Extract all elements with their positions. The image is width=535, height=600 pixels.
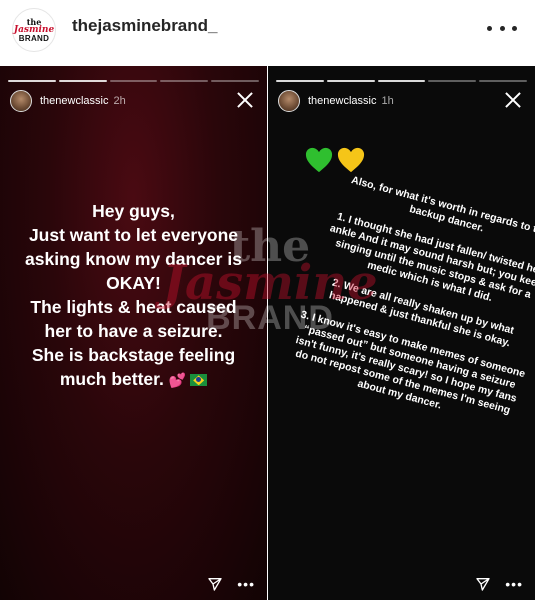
story-text: Hey guys, Just want to let everyone aski…: [12, 199, 255, 392]
green-heart-icon: [305, 147, 333, 173]
story-line: OKAY!: [106, 273, 161, 293]
more-options-icon[interactable]: •••: [237, 577, 255, 591]
story-line: Just want to let everyone: [28, 225, 239, 245]
send-icon[interactable]: [475, 576, 491, 592]
story-line: her to have a seizure.: [44, 321, 223, 341]
post-header: the Jasmine BRAND thejasminebrand_: [0, 0, 535, 58]
close-icon[interactable]: [235, 90, 255, 110]
story-line: The lights & heat caused: [30, 297, 237, 317]
more-options-icon[interactable]: [487, 18, 517, 38]
more-options-icon[interactable]: •••: [505, 577, 523, 591]
story-username[interactable]: thenewclassic: [40, 95, 108, 107]
story-line: much better.: [59, 369, 164, 389]
story-footer: •••: [475, 576, 523, 592]
story-line: asking know my dancer is: [25, 249, 242, 269]
story-username[interactable]: thenewclassic: [308, 95, 376, 107]
story-header: thenewclassic 1h: [278, 88, 525, 114]
close-icon[interactable]: [503, 90, 523, 110]
story-hearts: [304, 146, 366, 174]
story-progress-bar: [276, 80, 527, 82]
post-username[interactable]: thejasminebrand_: [72, 16, 218, 36]
two-hearts-icon: 💕: [168, 372, 187, 389]
brazil-flag-icon: [190, 374, 208, 387]
story-timestamp: 2h: [113, 95, 126, 107]
story-panel-left: thenewclassic 2h Hey guys, Just want to …: [0, 66, 267, 600]
story-line: Hey guys,: [92, 201, 175, 221]
story-panel-right: thenewclassic 1h Also, for what it's wor…: [268, 66, 535, 600]
story-header: thenewclassic 2h: [10, 88, 257, 114]
story-footer: •••: [207, 576, 255, 592]
story-avatar[interactable]: [10, 90, 32, 112]
story-timestamp: 1h: [381, 95, 394, 107]
story-progress-bar: [8, 80, 259, 82]
brand-avatar[interactable]: the Jasmine BRAND: [12, 8, 56, 52]
avatar-logo-line3: BRAND: [18, 33, 50, 43]
send-icon[interactable]: [207, 576, 223, 592]
story-line: She is backstage feeling: [31, 345, 236, 365]
story-avatar[interactable]: [278, 90, 300, 112]
story-text: Also, for what it's worth in regards to …: [281, 170, 535, 444]
